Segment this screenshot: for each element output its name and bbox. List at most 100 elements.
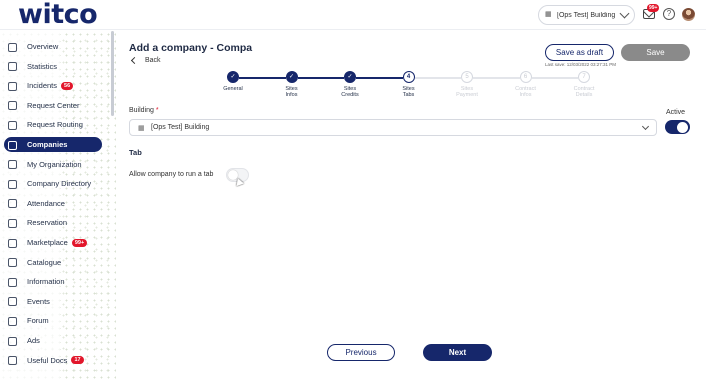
step-label: Sites Credits	[341, 86, 359, 98]
sidebar-item-label: Incidents	[27, 81, 58, 91]
book-icon	[8, 258, 17, 268]
help-icon[interactable]: ?	[663, 8, 675, 20]
sidebar-item-label: Events	[27, 296, 50, 306]
check-circle-icon	[8, 199, 17, 209]
tab-section-title: Tab	[129, 148, 142, 157]
building-icon: ▦	[545, 11, 552, 18]
sidebar-item-label: Catalogue	[27, 257, 62, 267]
count-badge: 99+	[71, 238, 88, 247]
sidebar-item-attendance[interactable]: Attendance	[4, 196, 102, 211]
sidebar-item-overview[interactable]: Overview	[4, 39, 102, 54]
calendar-icon	[8, 218, 17, 228]
notifications-badge: 99+	[647, 4, 660, 12]
avatar[interactable]	[682, 8, 695, 21]
sidebar-item-label: Overview	[27, 42, 59, 51]
required-mark: *	[155, 107, 159, 114]
main-content: Add a company - Compa Back Save as draft…	[118, 31, 706, 380]
top-header: witco ▦ [Ops Test] Building 99+ ?	[0, 0, 706, 30]
organization-icon	[8, 160, 17, 170]
document-icon	[8, 356, 17, 366]
step-number: 7	[578, 71, 590, 83]
eye-icon	[8, 42, 17, 52]
sidebar-item-forum[interactable]: Forum	[4, 313, 102, 328]
count-badge: 56	[61, 81, 74, 90]
event-icon	[8, 297, 17, 307]
sidebar-item-incidents[interactable]: Incidents 56	[4, 78, 102, 93]
sidebar-item-label: Statistics	[27, 61, 58, 71]
step-label: General	[223, 86, 243, 92]
step-3[interactable]: ✓ Sites Credits	[330, 71, 370, 98]
step-number: 5	[461, 71, 473, 83]
step-label: Sites Payment	[456, 86, 478, 98]
sidebar-item-catalogue[interactable]: Catalogue	[4, 255, 102, 270]
save-button[interactable]: Save	[621, 44, 690, 61]
step-5[interactable]: 5 Sites Payment	[447, 71, 487, 98]
sidebar-item-companies[interactable]: Companies	[4, 137, 102, 152]
sidebar-item-useful-docs[interactable]: Useful Docs 17	[4, 353, 102, 368]
sidebar-item-request-center[interactable]: Request Center	[4, 98, 102, 113]
building-select[interactable]: ▦ [Ops Test] Building	[129, 119, 657, 136]
step-4[interactable]: 4 Sites Tabs	[389, 71, 429, 98]
building-icon: ▦	[138, 124, 145, 132]
count-badge: 17	[71, 356, 84, 365]
step-2[interactable]: ✓ Sites Infos	[272, 71, 312, 98]
next-button[interactable]: Next	[423, 344, 492, 361]
sidebar-scrollbar[interactable]	[111, 31, 114, 116]
info-icon	[8, 277, 17, 287]
store-icon	[8, 238, 17, 248]
step-label: Contract Infos	[515, 86, 536, 98]
back-label: Back	[145, 57, 161, 64]
sidebar-item-request-routing[interactable]: Request Routing	[4, 117, 102, 132]
previous-button[interactable]: Previous	[327, 344, 395, 361]
building-selector[interactable]: ▦ [Ops Test] Building	[538, 5, 635, 25]
chat-icon	[8, 316, 17, 326]
building-label-text: Building	[129, 107, 154, 114]
step-number: 6	[519, 71, 532, 83]
sidebar-item-my-organization[interactable]: My Organization	[4, 157, 102, 172]
sidebar-item-label: Useful Docs	[27, 355, 68, 365]
sidebar-item-marketplace[interactable]: Marketplace 99+	[4, 235, 102, 250]
save-draft-button[interactable]: Save as draft	[545, 44, 614, 61]
step-label: Sites Infos	[285, 86, 298, 98]
chevron-down-icon	[641, 122, 650, 130]
sidebar-item-label: Request Routing	[27, 120, 83, 130]
sidebar-item-label: Marketplace	[27, 238, 68, 247]
check-icon: ✓	[227, 71, 239, 83]
building-selector-label: [Ops Test] Building	[557, 11, 616, 19]
step-label: Contract Details	[573, 86, 595, 98]
page-title: Add a company - Compa	[129, 42, 253, 54]
sidebar-item-events[interactable]: Events	[4, 294, 102, 309]
stepper: ✓ General ✓ Sites Infos ✓ Sites Credits 4 Sites Ta…	[218, 71, 618, 105]
sidebar-item-statistics[interactable]: Statistics	[4, 59, 102, 74]
witco-logo[interactable]: witco	[18, 0, 98, 30]
toggle-knob	[677, 121, 688, 133]
building-icon	[8, 140, 17, 150]
step-number: 4	[402, 71, 415, 83]
chevron-down-icon	[619, 8, 630, 19]
sidebar-item-ads[interactable]: Ads	[4, 333, 102, 348]
back-link[interactable]: Back	[130, 56, 161, 65]
active-label: Active	[666, 109, 686, 116]
last-save-text: Last save: 12/03/2022 03:27:31 PM	[545, 62, 617, 67]
routing-icon	[8, 120, 17, 130]
step-7[interactable]: 7 Contract Details	[564, 71, 604, 98]
warning-icon	[8, 81, 17, 91]
sidebar-item-company-directory[interactable]: Company Directory	[4, 176, 102, 191]
sidebar-item-information[interactable]: Information	[4, 274, 102, 289]
step-1[interactable]: ✓ General	[213, 71, 253, 92]
sidebar-item-label: Information	[27, 277, 65, 287]
chevron-left-icon	[130, 56, 139, 65]
sidebar-item-label: Attendance	[27, 198, 65, 208]
step-6[interactable]: 6 Contract Infos	[506, 71, 546, 98]
step-label: Sites Tabs	[402, 86, 415, 98]
sidebar-item-label: Companies	[27, 140, 68, 149]
directory-icon	[8, 179, 17, 189]
check-icon: ✓	[344, 71, 356, 83]
active-toggle[interactable]	[665, 120, 690, 134]
chart-icon	[8, 62, 17, 72]
sidebar-item-reservation[interactable]: Reservation	[4, 215, 102, 230]
sidebar-item-label: Reservation	[27, 218, 68, 228]
sidebar: Overview Statistics Incidents 56 Request Cen…	[0, 31, 116, 380]
check-icon: ✓	[285, 71, 298, 83]
inbox-icon	[8, 101, 17, 111]
